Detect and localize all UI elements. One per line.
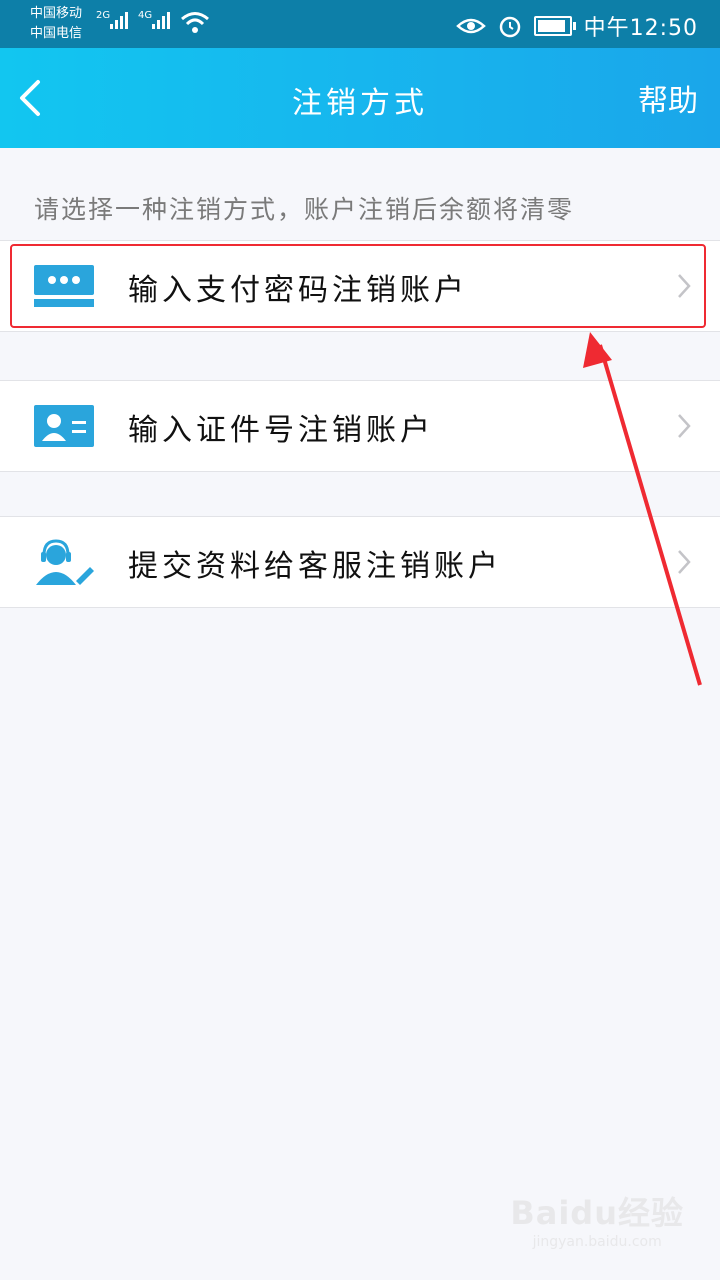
hint-text: 请选择一种注销方式，账户注销后余额将清零	[34, 195, 575, 224]
wifi-icon	[181, 12, 209, 33]
chevron-right-icon	[678, 274, 691, 298]
customer-service-icon	[36, 539, 94, 585]
option-label: 输入支付密码注销账户	[128, 273, 468, 308]
option-label: 提交资料给客服注销账户	[128, 549, 502, 584]
watermark-brand: Baidu经验	[510, 1194, 684, 1232]
status-bar: 中国移动 中国电信 2G 4G 中午12:50	[0, 0, 720, 48]
password-dots-icon	[34, 265, 94, 307]
chevron-right-icon	[678, 550, 691, 574]
carrier-info: 中国移动 中国电信	[30, 4, 82, 44]
network-type-2: 4G	[138, 10, 153, 21]
eye-icon	[455, 18, 486, 34]
signal-icon	[110, 12, 128, 29]
help-button[interactable]: 帮助	[638, 76, 698, 120]
carrier-1: 中国移动	[30, 6, 83, 21]
status-time: 中午12:50	[583, 16, 698, 41]
carrier-2: 中国电信	[30, 26, 83, 41]
baidu-watermark: Baidu经验 jingyan.baidu.com	[510, 1188, 684, 1250]
page-title: 注销方式	[292, 86, 428, 121]
signal-icon	[152, 12, 170, 29]
watermark-site: jingyan.baidu.com	[532, 1234, 662, 1250]
battery-icon	[533, 16, 576, 36]
option-id-cancel[interactable]: 输入证件号注销账户	[0, 380, 720, 472]
network-type-1: 2G	[96, 10, 111, 21]
option-service-cancel[interactable]: 提交资料给客服注销账户	[0, 516, 720, 608]
id-card-icon	[34, 405, 94, 447]
alarm-icon	[499, 16, 520, 38]
chevron-right-icon	[678, 414, 691, 438]
option-label: 输入证件号注销账户	[128, 413, 434, 448]
option-password-cancel[interactable]: 输入支付密码注销账户	[0, 240, 720, 332]
header-bar: 注销方式 帮助	[0, 48, 720, 148]
